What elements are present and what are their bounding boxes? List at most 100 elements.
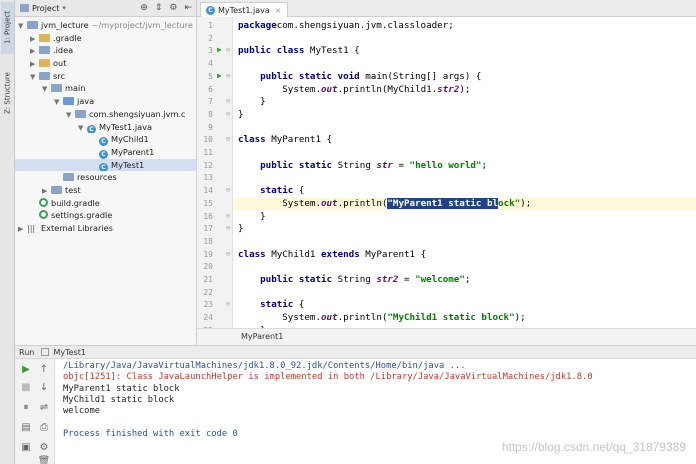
code-line: packagecom.shengsiyuan.jvm.classloader; xyxy=(238,20,454,33)
tree-item[interactable]: ▼ java xyxy=(15,95,196,108)
tree-item[interactable]: C MyParent1 xyxy=(15,146,196,159)
rerun-icon[interactable]: ▶ xyxy=(19,363,33,377)
fold-icon[interactable]: ⊖ xyxy=(226,97,230,105)
expanded-arrow-icon[interactable]: ▼ xyxy=(78,122,87,134)
tree-item[interactable]: ▼ jvm_lecture ~/myproject/jvm_lecture xyxy=(15,19,196,32)
fold-icon[interactable]: ⊖ xyxy=(226,300,230,308)
settings-icon[interactable]: ⚙ xyxy=(37,441,51,455)
sync-icon[interactable]: ⊕ xyxy=(140,3,148,13)
fold-icon[interactable]: ⊖ xyxy=(226,212,230,220)
tree-item[interactable]: build.gradle xyxy=(15,197,196,210)
expanded-arrow-icon[interactable]: ▼ xyxy=(30,71,39,83)
expanded-arrow-icon[interactable]: ▼ xyxy=(54,96,63,108)
gutter-line: 13 xyxy=(197,172,233,185)
expanded-arrow-icon[interactable]: ▼ xyxy=(42,83,51,95)
tree-item[interactable]: ▼ src xyxy=(15,70,196,83)
tree-item[interactable]: resources xyxy=(15,171,196,184)
gutter-line: 2 xyxy=(197,33,233,46)
run-label: Run xyxy=(19,348,35,357)
tree-item-label: main xyxy=(65,83,86,94)
project-view-icon xyxy=(20,4,29,12)
code-line: public static String str = "hello world"… xyxy=(238,160,487,173)
fold-icon[interactable]: ⊖ xyxy=(226,135,230,143)
tree-item[interactable]: C MyChild1 xyxy=(15,133,196,146)
line-number: 4 xyxy=(208,59,213,69)
gutter-line: 21 xyxy=(197,274,233,287)
gear-icon[interactable]: ⚙ xyxy=(169,3,177,13)
tree-item-path: ~/myproject/jvm_lecture xyxy=(91,20,193,30)
tree-item[interactable]: ▶ .idea xyxy=(15,44,196,57)
structure-tool-tab[interactable]: Z: Structure xyxy=(1,62,14,124)
folder-icon xyxy=(39,44,50,57)
tree-item[interactable]: ▼ com.shengsiyuan.jvm.c xyxy=(15,108,196,121)
code-line: class MyParent1 { xyxy=(238,134,332,147)
close-icon[interactable]: × xyxy=(275,6,282,15)
code-token: package xyxy=(238,20,277,31)
run-gutter-icon[interactable]: ▶ xyxy=(217,45,222,54)
scroll-down-icon[interactable]: ↓ xyxy=(37,381,51,395)
fold-icon[interactable]: ⊖ xyxy=(226,250,230,258)
code-editor[interactable]: 1 2 3 ▶ ⊖ 4 5 ▶ ⊖ 6 7 ⊖ 8 ⊖ 9 10 ⊖ 11 12 13 14 ⊖ 15 16 ⊖ 17 ⊖ 18 19 ⊖… xyxy=(197,17,696,360)
console-output[interactable]: /Library/Java/JavaVirtualMachines/jdk1.8… xyxy=(63,361,693,440)
run-config-name[interactable]: MyTest1 xyxy=(53,348,85,357)
project-view-selector[interactable]: Project xyxy=(32,4,59,13)
code-token: public static xyxy=(260,274,338,285)
fold-icon[interactable]: ⊖ xyxy=(226,110,230,118)
collapsed-arrow-icon[interactable]: ▶ xyxy=(30,45,39,57)
line-number: 17 xyxy=(203,224,213,234)
collapsed-arrow-icon[interactable]: ▶ xyxy=(42,185,51,197)
code-line: System.out.println(MyChild1.str2); xyxy=(238,84,470,97)
collapsed-arrow-icon[interactable]: ▶ xyxy=(18,223,27,235)
tree-item[interactable]: ▶ .gradle xyxy=(15,32,196,45)
run-gutter-icon[interactable]: ▶ xyxy=(217,71,222,80)
code-line: public static String str2 = "welcome"; xyxy=(238,274,470,287)
gutter-line: 16 ⊖ xyxy=(197,211,233,224)
gutter-line: 7 ⊖ xyxy=(197,96,233,109)
print-icon[interactable]: ⎙ xyxy=(37,421,51,435)
tree-item[interactable]: ▼ C MyTest1.java xyxy=(15,121,196,134)
library-icon: ||| xyxy=(27,224,36,233)
tab-label: MyTest1.java xyxy=(218,5,270,15)
gutter-line: 1 xyxy=(197,20,233,33)
console-line: /Library/Java/JavaVirtualMachines/jdk1.8… xyxy=(63,361,466,371)
stop-icon[interactable]: ■ xyxy=(19,381,33,395)
tree-item-label: com.shengsiyuan.jvm.c xyxy=(89,108,186,119)
tree-item[interactable]: ▶ test xyxy=(15,184,196,197)
trash-icon[interactable]: 🗑 xyxy=(37,455,51,464)
fold-icon[interactable]: ⊖ xyxy=(226,224,230,232)
tree-item[interactable]: C MyTest1 xyxy=(15,158,196,172)
folder-icon xyxy=(27,19,38,32)
tab-mytest1-java[interactable]: C MyTest1.java × xyxy=(200,2,288,17)
code-token: str2 xyxy=(376,274,399,285)
class-icon: C xyxy=(99,159,108,172)
scroll-up-icon[interactable]: ↑ xyxy=(37,363,51,377)
code-line: System.out.println("MyChild1 static bloc… xyxy=(238,312,525,325)
expanded-arrow-icon[interactable]: ▼ xyxy=(18,20,27,32)
fold-icon[interactable]: ⊖ xyxy=(226,186,230,194)
tree-item-label: MyTest1 xyxy=(111,159,145,170)
folder-icon xyxy=(51,184,62,197)
collapse-icon[interactable]: ⇕ xyxy=(155,3,163,13)
code-token: out xyxy=(320,312,338,324)
collapsed-arrow-icon[interactable]: ▶ xyxy=(30,58,39,70)
tree-item[interactable]: settings.gradle xyxy=(15,209,196,222)
breadcrumb[interactable]: MyParent1 xyxy=(197,328,696,345)
dropdown-chevron-icon[interactable]: ▾ xyxy=(62,4,66,12)
dump-threads-icon[interactable]: ▤ xyxy=(19,421,33,435)
soft-wrap-icon[interactable]: ⇌ xyxy=(37,401,51,415)
collapsed-arrow-icon[interactable]: ▶ xyxy=(30,33,39,45)
run-toolbar: ▶ ↑ ■ ↓ ⏸ ⇌ ▤ ⎙ ▣ ⚙ 🗑 xyxy=(15,359,55,464)
project-tool-tab[interactable]: 1: Project xyxy=(1,2,14,54)
code-token: ; xyxy=(464,274,471,285)
fold-icon[interactable]: ⊖ xyxy=(226,46,230,54)
hide-icon[interactable]: ⇤ xyxy=(184,3,192,13)
fold-icon[interactable]: ⊖ xyxy=(226,72,230,80)
code-line: } xyxy=(238,223,244,236)
tree-item[interactable]: ▶ ||| External Libraries xyxy=(15,222,196,235)
restore-layout-icon[interactable]: ▣ xyxy=(19,441,33,455)
tree-item[interactable]: ▶ out xyxy=(15,57,196,70)
expanded-arrow-icon[interactable]: ▼ xyxy=(66,109,75,121)
gutter-line: 10 ⊖ xyxy=(197,134,233,147)
tree-item[interactable]: ▼ main xyxy=(15,82,196,95)
pause-icon[interactable]: ⏸ xyxy=(19,401,33,415)
